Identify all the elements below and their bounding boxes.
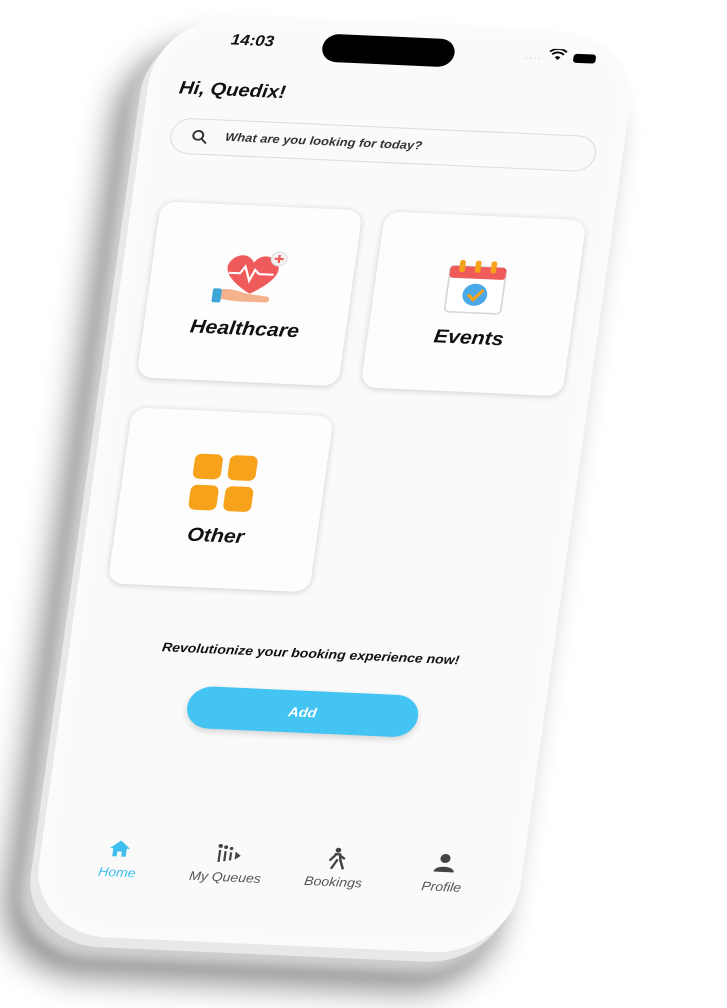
promo-tagline: Revolutionize your booking experience no… (161, 640, 461, 668)
status-indicators: .... (524, 47, 597, 68)
walking-person-icon (325, 847, 348, 870)
category-label-events: Events (432, 325, 506, 350)
app-screen: 14:03 .... Hi, Quedix! What are you look… (41, 24, 628, 945)
grid-icon (185, 451, 261, 519)
home-icon (108, 837, 133, 860)
signal-icon: .... (524, 50, 543, 62)
dynamic-island (320, 33, 457, 68)
greeting-title: Hi, Quedix! (177, 77, 288, 103)
add-button[interactable]: Add (184, 685, 421, 738)
tab-profile[interactable]: Profile (390, 850, 497, 897)
phone-frame: 14:03 .... Hi, Quedix! What are you look… (29, 14, 640, 956)
stage: 14:03 .... Hi, Quedix! What are you look… (0, 0, 727, 1008)
category-card-healthcare[interactable]: Healthcare (136, 201, 363, 387)
category-card-other[interactable]: Other (107, 407, 334, 593)
tab-label-profile: Profile (420, 879, 463, 895)
search-input[interactable]: What are you looking for today? (224, 132, 422, 153)
search-bar[interactable]: What are you looking for today? (167, 117, 599, 173)
tab-home[interactable]: Home (66, 835, 173, 882)
wifi-icon (547, 48, 568, 67)
tab-label-my-queues: My Queues (188, 868, 262, 886)
tab-my-queues[interactable]: My Queues (174, 840, 281, 887)
category-card-events[interactable]: Events (360, 211, 587, 397)
category-label-healthcare: Healthcare (188, 315, 301, 342)
heart-hand-icon (210, 246, 293, 312)
tab-label-home: Home (97, 864, 137, 881)
category-label-other: Other (185, 524, 246, 548)
tab-label-bookings: Bookings (303, 873, 363, 891)
status-time: 14:03 (229, 31, 276, 51)
person-icon (432, 851, 457, 874)
calendar-icon (439, 257, 512, 321)
queue-icon (215, 842, 243, 865)
search-icon (184, 129, 215, 144)
bottom-tab-bar: Home My Queues Bookings Profile (46, 835, 514, 916)
tab-bookings[interactable]: Bookings (282, 845, 389, 892)
battery-icon (572, 53, 597, 64)
